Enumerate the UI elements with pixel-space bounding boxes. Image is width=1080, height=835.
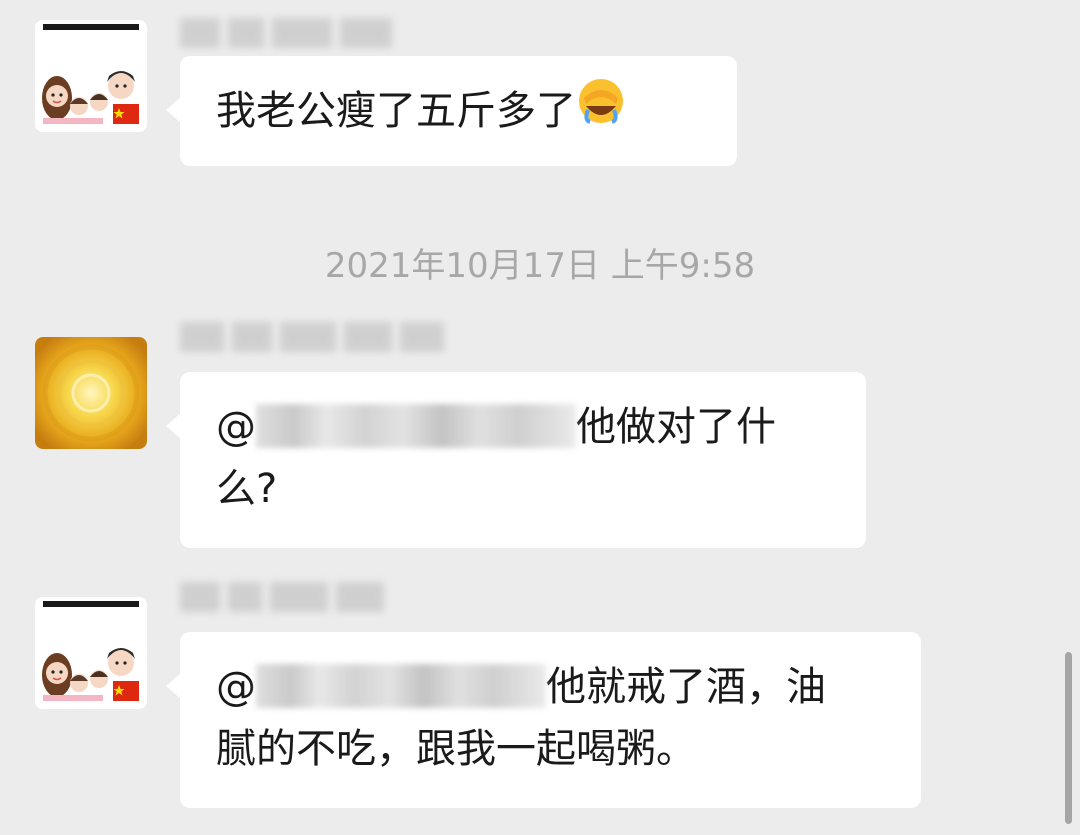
chat-view: 我老公瘦了五斤多了 2021年10月17日 上午9:58 @ 他做对了什 么? … [0, 0, 1080, 835]
message-bubble[interactable]: 我老公瘦了五斤多了 [166, 56, 737, 166]
blurred-sender-name [180, 582, 392, 612]
scrollbar[interactable] [1065, 652, 1072, 824]
blurred-sender-name [180, 18, 400, 48]
avatar-family-cartoon[interactable] [35, 597, 147, 709]
message-text: 他做对了什 [576, 404, 776, 450]
blurred-mention [256, 664, 546, 708]
face-with-hand-over-eyes-laughing-emoji [576, 76, 626, 144]
message-text: 我老公瘦了五斤多了 [216, 88, 576, 134]
mention-prefix: @ [216, 664, 256, 710]
blurred-sender-name [180, 322, 452, 352]
mention-prefix: @ [216, 404, 256, 450]
message-text: 腻的不吃，跟我一起喝粥。 [216, 726, 696, 772]
blurred-mention [256, 404, 576, 448]
message-text: 么? [216, 466, 278, 512]
message-text: 他就戒了酒，油 [546, 664, 826, 710]
message-bubble[interactable]: @ 他做对了什 么? [166, 372, 866, 548]
message-bubble[interactable]: @ 他就戒了酒，油 腻的不吃，跟我一起喝粥。 [166, 632, 921, 808]
timestamp: 2021年10月17日 上午9:58 [324, 246, 756, 286]
avatar-golden-texture[interactable] [35, 337, 147, 449]
avatar-family-cartoon[interactable] [35, 20, 147, 132]
